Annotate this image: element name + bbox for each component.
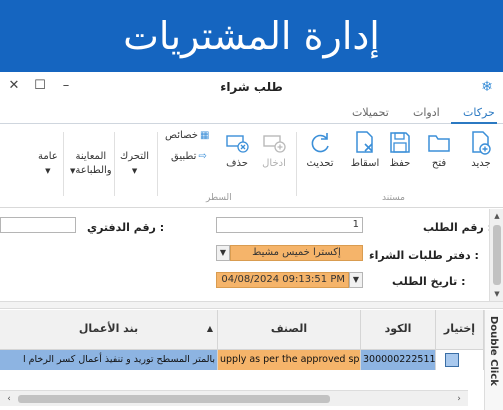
book-no-field[interactable] [0, 217, 76, 233]
tab-actions[interactable]: حركات [463, 106, 495, 119]
lines-grid: بند الأعمال ▲ الصنف الكود إختيار بالمتر … [0, 310, 484, 410]
request-date-label: تاريخ الطلب : [392, 275, 466, 288]
apply-button[interactable]: تطبيق ⇨ [171, 151, 207, 162]
ribbon-toolbar: جديد فتح حفظ اسقاط تحديث مستند ادخال حذف [0, 124, 503, 208]
cell-code[interactable]: 300000222511 [361, 350, 436, 370]
preview-print-dropdown[interactable]: المعاينة ▼والطباعة [70, 150, 112, 178]
delete-row-icon [226, 135, 249, 153]
document-group-label: مستند [382, 193, 406, 203]
delete-button-label: حذف [226, 158, 248, 169]
general-dropdown[interactable]: عامة ▼ [38, 150, 58, 178]
form-vertical-scrollbar[interactable]: ▲ ▼ [489, 209, 503, 301]
double-click-side-tab[interactable]: Double Click [484, 310, 503, 410]
scroll-thumb[interactable] [18, 395, 330, 403]
book-no-label: رقم الدفتري : [87, 221, 165, 234]
new-button-label: جديد [471, 158, 491, 169]
scroll-left-icon[interactable]: ‹ [2, 392, 16, 406]
insert-row-icon [263, 135, 286, 153]
move-dropdown[interactable]: التحرك ▼ [120, 150, 149, 178]
refresh-button-label: تحديث [306, 158, 334, 169]
properties-icon: ▦ [199, 130, 210, 141]
insert-button[interactable]: ادخال [259, 130, 289, 169]
refresh-button[interactable]: تحديث [305, 130, 335, 169]
cell-work-item[interactable]: بالمتر المسطح توريد و تنفيذ أعمال كسر ال… [0, 350, 218, 370]
column-header-select[interactable]: إختيار [436, 310, 484, 350]
apply-label: تطبيق [171, 151, 197, 162]
tab-downloads[interactable]: تحميلات [352, 106, 389, 119]
tab-tools[interactable]: ادوات [413, 106, 440, 119]
side-tab-label: Double Click [488, 316, 499, 386]
scroll-thumb[interactable] [493, 225, 501, 285]
ribbon-separator [63, 132, 64, 196]
window-title: طلب شراء [220, 80, 283, 94]
request-book-dropdown-button[interactable]: ▼ [216, 245, 230, 261]
request-no-label: رقم الطلب : [423, 221, 492, 234]
ribbon-tabs: تحميلات ادوات حركات [0, 102, 503, 124]
grid-horizontal-scrollbar[interactable]: ‹ › [0, 390, 468, 406]
open-button[interactable]: فتح [424, 130, 454, 169]
ribbon-separator [296, 132, 297, 196]
apply-arrow-icon: ⇨ [198, 151, 207, 162]
column-header-item[interactable]: الصنف [218, 310, 361, 350]
print-label: والطباعة [75, 165, 112, 176]
new-button[interactable]: جديد [466, 130, 496, 169]
request-book-label: دفتر طلبات الشراء : [369, 249, 479, 262]
document-delete-icon [356, 131, 373, 153]
properties-label: خصائص [165, 130, 198, 141]
column-header-code[interactable]: الكود [361, 310, 436, 350]
app-snowflake-icon: ❄ [481, 79, 493, 95]
open-button-label: فتح [431, 158, 447, 169]
cell-select [436, 350, 484, 370]
request-date-field[interactable]: 04/08/2024 09:13:51 PM [216, 272, 349, 288]
save-button-label: حفظ [389, 158, 411, 169]
scroll-right-icon[interactable]: › [452, 392, 466, 406]
purchase-request-window: ✕ ☐ – طلب شراء ❄ تحميلات ادوات حركات جدي… [0, 72, 503, 410]
window-titlebar: ✕ ☐ – طلب شراء ❄ [0, 72, 503, 102]
chevron-down-icon: ▼ [45, 167, 51, 175]
panel-splitter[interactable] [0, 301, 503, 309]
preview-label: المعاينة [75, 151, 107, 162]
row-select-checkbox[interactable] [445, 353, 459, 367]
request-form: رقم الطلب : 1 رقم الدفتري : دفتر طلبات ا… [0, 209, 503, 301]
drop-button[interactable]: اسقاط [350, 130, 380, 169]
folder-icon [428, 135, 450, 152]
line-group-label: السطر [206, 193, 232, 203]
chevron-down-icon: ▼ [131, 167, 138, 175]
new-document-icon [472, 131, 491, 155]
move-label: التحرك [120, 151, 150, 162]
drop-button-label: اسقاط [350, 158, 380, 169]
save-disk-icon [390, 132, 410, 153]
refresh-icon [311, 133, 329, 153]
cell-item[interactable]: upply as per the approved specs [218, 350, 361, 370]
request-no-field[interactable]: 1 [216, 217, 363, 233]
delete-button[interactable]: حذف [222, 130, 252, 169]
page-banner-title: إدارة المشتريات [0, 0, 503, 72]
insert-button-label: ادخال [262, 158, 286, 169]
ribbon-separator [157, 132, 158, 196]
column-header-work-item[interactable]: بند الأعمال ▲ [0, 310, 218, 350]
sort-asc-icon: ▲ [206, 324, 213, 333]
save-button[interactable]: حفظ [385, 130, 415, 169]
date-picker-button[interactable]: ▼ [349, 272, 363, 288]
scroll-down-icon[interactable]: ▼ [490, 287, 503, 301]
ribbon-separator [114, 132, 115, 196]
scroll-up-icon[interactable]: ▲ [490, 209, 503, 223]
request-book-field[interactable]: إكسترا خميس مشيط [230, 245, 363, 261]
properties-button[interactable]: خصائص ▦ [165, 130, 209, 141]
general-label: عامة [38, 151, 58, 162]
